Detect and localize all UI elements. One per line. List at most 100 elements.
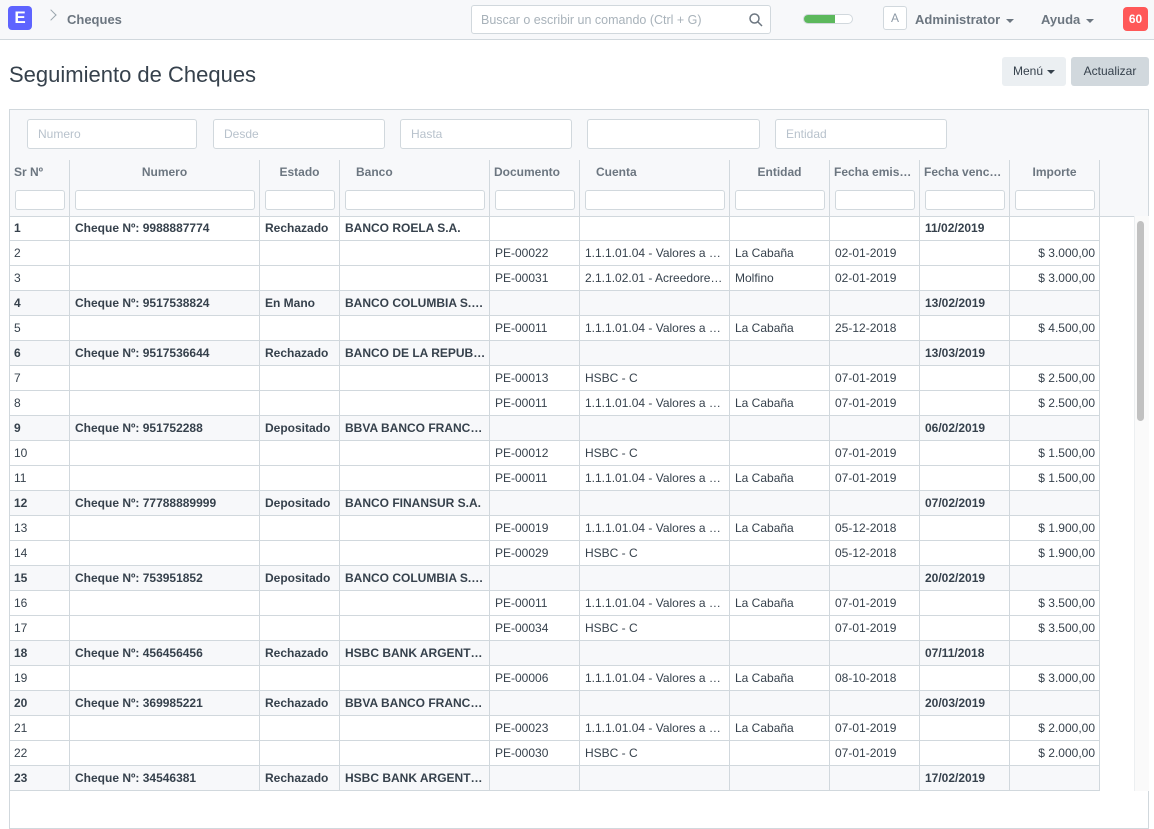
cell-estado: Depositado xyxy=(260,416,340,440)
cell-fecha-emision: 07-01-2019 xyxy=(830,741,920,765)
table-row[interactable]: 12 Cheque Nº: 77788889999 Depositado BANCO … xyxy=(10,491,1100,516)
cell-estado: Depositado xyxy=(260,491,340,515)
cell-banco xyxy=(340,666,490,690)
cell-estado xyxy=(260,516,340,540)
cell-cuenta: 2.1.1.02.01 - Acreedore… xyxy=(580,266,730,290)
table-row[interactable]: 1 Cheque Nº: 9988887774 Rechazado BANCO ROE… xyxy=(10,216,1100,241)
table-row[interactable]: 21 PE-00023 1.1.1.01.04 - Valores a … La Ca… xyxy=(10,716,1100,741)
filter-hasta[interactable] xyxy=(400,119,572,149)
column-header-sr[interactable]: Sr Nº xyxy=(10,160,70,185)
cell-sr: 18 xyxy=(10,641,70,665)
column-header-banco[interactable]: Banco xyxy=(340,160,490,185)
cell-banco xyxy=(340,741,490,765)
table-row[interactable]: 2 PE-00022 1.1.1.01.04 - Valores a … La Cab… xyxy=(10,241,1100,266)
table-row[interactable]: 7 PE-00013 HSBC - C 07-01-2019 $ 2.500,00 xyxy=(10,366,1100,391)
refresh-button[interactable]: Actualizar xyxy=(1071,57,1149,86)
cell-cuenta: HSBC - C xyxy=(580,616,730,640)
avatar[interactable]: A xyxy=(883,6,907,30)
cell-cuenta xyxy=(580,416,730,440)
column-filter-cuenta[interactable] xyxy=(585,190,725,210)
scrollbar[interactable] xyxy=(1137,221,1144,421)
column-filter-fecha-vencimiento[interactable] xyxy=(925,190,1005,210)
cell-numero: Cheque Nº: 9517536644 xyxy=(70,341,260,365)
cell-importe: $ 3.000,00 xyxy=(1010,266,1100,290)
column-header-importe[interactable]: Importe xyxy=(1010,160,1100,185)
cell-estado xyxy=(260,316,340,340)
column-header-fecha-emision[interactable]: Fecha emis… xyxy=(830,160,920,185)
cell-estado: Rechazado xyxy=(260,341,340,365)
table-row[interactable]: 15 Cheque Nº: 753951852 Depositado BANCO CO… xyxy=(10,566,1100,591)
table-row[interactable]: 23 Cheque Nº: 34546381 Rechazado HSBC BANK … xyxy=(10,766,1100,791)
column-filter-cell xyxy=(340,185,490,216)
cell-estado xyxy=(260,666,340,690)
column-filter-documento[interactable] xyxy=(495,190,575,210)
cell-fecha-emision xyxy=(830,766,920,790)
column-header-fecha-vencimiento[interactable]: Fecha venc… xyxy=(920,160,1010,185)
breadcrumb[interactable]: Cheques xyxy=(67,12,122,27)
filter-numero[interactable] xyxy=(27,119,197,149)
cell-fecha-vencimiento: 20/03/2019 xyxy=(920,691,1010,715)
cell-sr: 7 xyxy=(10,366,70,390)
column-header-numero[interactable]: Numero xyxy=(70,160,260,185)
table-row[interactable]: 20 Cheque Nº: 369985221 Rechazado BBVA BANC… xyxy=(10,691,1100,716)
column-header-cuenta[interactable]: Cuenta xyxy=(580,160,730,185)
table-row[interactable]: 6 Cheque Nº: 9517536644 Rechazado BANCO DE … xyxy=(10,341,1100,366)
menu-button[interactable]: Menú xyxy=(1002,57,1066,86)
table-row[interactable]: 17 PE-00034 HSBC - C 07-01-2019 $ 3.500,00 xyxy=(10,616,1100,641)
app-logo[interactable]: E xyxy=(8,6,32,30)
cell-fecha-vencimiento xyxy=(920,591,1010,615)
user-menu[interactable]: Administrator xyxy=(915,12,1015,27)
column-filter-sr[interactable] xyxy=(15,190,65,210)
cell-cuenta: HSBC - C xyxy=(580,441,730,465)
column-filter-cell xyxy=(490,185,580,216)
filter-desde[interactable] xyxy=(213,119,385,149)
column-filter-importe[interactable] xyxy=(1015,190,1095,210)
cell-fecha-emision: 07-01-2019 xyxy=(830,716,920,740)
column-filter-entidad[interactable] xyxy=(735,190,825,210)
cell-entidad xyxy=(730,441,830,465)
table-row[interactable]: 13 PE-00019 1.1.1.01.04 - Valores a … La Ca… xyxy=(10,516,1100,541)
filter-entidad[interactable] xyxy=(775,119,947,149)
table-row[interactable]: 11 PE-00011 1.1.1.01.04 - Valores a … La Ca… xyxy=(10,466,1100,491)
table-row[interactable]: 19 PE-00006 1.1.1.01.04 - Valores a … La Ca… xyxy=(10,666,1100,691)
user-menu-label: Administrator xyxy=(915,12,1001,27)
table-row[interactable]: 22 PE-00030 HSBC - C 07-01-2019 $ 2.000,00 xyxy=(10,741,1100,766)
cell-cuenta xyxy=(580,566,730,590)
column-header-estado[interactable]: Estado xyxy=(260,160,340,185)
column-filter-numero[interactable] xyxy=(75,190,255,210)
table-row[interactable]: 5 PE-00011 1.1.1.01.04 - Valores a … La Cab… xyxy=(10,316,1100,341)
cell-sr: 9 xyxy=(10,416,70,440)
cell-numero: Cheque Nº: 9517538824 xyxy=(70,291,260,315)
table-row[interactable]: 9 Cheque Nº: 951752288 Depositado BBVA BANC… xyxy=(10,416,1100,441)
column-filter-estado[interactable] xyxy=(265,190,335,210)
column-filter-cell xyxy=(580,185,730,216)
table-row[interactable]: 18 Cheque Nº: 456456456 Rechazado HSBC BANK… xyxy=(10,641,1100,666)
cell-cuenta: HSBC - C xyxy=(580,541,730,565)
table-row[interactable]: 16 PE-00011 1.1.1.01.04 - Valores a … La Ca… xyxy=(10,591,1100,616)
column-filter-fecha-emision[interactable] xyxy=(835,190,915,210)
cell-fecha-emision xyxy=(830,216,920,240)
table-row[interactable]: 14 PE-00029 HSBC - C 05-12-2018 $ 1.900,00 xyxy=(10,541,1100,566)
table-row[interactable]: 3 PE-00031 2.1.1.02.01 - Acreedore… Molfino… xyxy=(10,266,1100,291)
column-filter-banco[interactable] xyxy=(345,190,485,210)
help-menu[interactable]: Ayuda xyxy=(1041,12,1095,27)
table-row[interactable]: 8 PE-00011 1.1.1.01.04 - Valores a … La Cab… xyxy=(10,391,1100,416)
column-header-documento[interactable]: Documento xyxy=(490,160,580,185)
table-row[interactable]: 10 PE-00012 HSBC - C 07-01-2019 $ 1.500,00 xyxy=(10,441,1100,466)
column-header-entidad[interactable]: Entidad xyxy=(730,160,830,185)
search-input[interactable] xyxy=(472,6,742,33)
column-filter-cell xyxy=(830,185,920,216)
caret-down-icon xyxy=(1047,69,1056,74)
notifications-badge[interactable]: 60 xyxy=(1123,7,1148,31)
table-row[interactable]: 4 Cheque Nº: 9517538824 En Mano BANCO COLUM… xyxy=(10,291,1100,316)
cell-sr: 19 xyxy=(10,666,70,690)
cell-banco xyxy=(340,466,490,490)
cell-entidad: La Cabaña xyxy=(730,241,830,265)
cell-fecha-emision: 05-12-2018 xyxy=(830,516,920,540)
filter-blank[interactable] xyxy=(587,119,760,149)
column-filter-row xyxy=(10,185,1148,217)
cell-documento: PE-00022 xyxy=(490,241,580,265)
cell-sr: 16 xyxy=(10,591,70,615)
cell-sr: 22 xyxy=(10,741,70,765)
search-icon[interactable] xyxy=(748,12,764,28)
